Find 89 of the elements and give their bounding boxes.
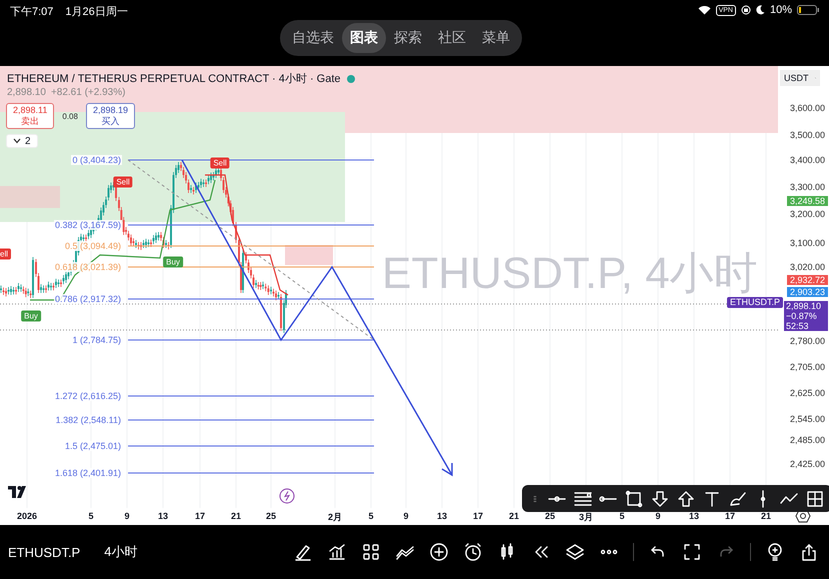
time-axis-label: 17 xyxy=(195,511,205,521)
price-axis-label: 2,780.00 xyxy=(790,336,825,346)
layers-icon[interactable] xyxy=(565,542,585,562)
price-axis-label: 2,545.00 xyxy=(790,414,825,424)
price-change: +82.61 (+2.93%) xyxy=(50,87,126,98)
time-axis-label: 2月 xyxy=(328,511,342,524)
price-axis-label: 3,500.00 xyxy=(790,130,825,140)
fib-level-label: 0.618 (3,021.39) xyxy=(54,262,122,272)
arrow-down-icon[interactable] xyxy=(650,488,670,508)
fib-level-label: 1.382 (2,548.11) xyxy=(54,415,122,425)
indicators-icon[interactable] xyxy=(327,542,347,562)
nav-tab[interactable]: 自选表 xyxy=(284,23,342,53)
price-axis-label: 2,425.00 xyxy=(790,459,825,469)
last-price: 2,898.10 xyxy=(7,87,46,98)
buy-signal-label: Buy xyxy=(21,310,41,322)
price-axis-label: 2,705.00 xyxy=(790,362,825,372)
battery-percent: 10% xyxy=(770,4,792,16)
rotation-lock-icon xyxy=(740,5,751,15)
buy-button[interactable]: 2,898.19 买入 xyxy=(86,103,135,129)
time-axis-label: 13 xyxy=(689,511,699,521)
sell-button[interactable]: 2,898.11 卖出 xyxy=(6,103,54,129)
fib-level-label: 0.5 (3,094.49) xyxy=(64,241,122,251)
chart-title: ETHEREUM / TETHERUS PERPETUAL CONTRACT · 4小时 · Gate xyxy=(7,72,341,86)
arrow-up-icon[interactable] xyxy=(676,488,696,508)
time-axis-label: 17 xyxy=(473,511,483,521)
time-axis-label: 9 xyxy=(656,511,660,521)
price-tag: 2,932.72 xyxy=(786,275,828,285)
time-axis-label: 13 xyxy=(437,511,447,521)
nav-tab[interactable]: 社区 xyxy=(430,23,474,53)
price-axis-label: 3,200.00 xyxy=(790,209,825,219)
time-axis-label: 17 xyxy=(725,511,735,521)
grid-icon[interactable] xyxy=(361,542,381,562)
time-axis-label: 5 xyxy=(88,511,94,521)
time-axis-label: 3月 xyxy=(579,511,593,524)
fib-level-label: 1.272 (2,616.25) xyxy=(54,391,122,401)
time-axis-label: 5 xyxy=(620,511,624,521)
measure-icon[interactable] xyxy=(805,488,826,508)
time-axis-label: 25 xyxy=(266,511,276,521)
fib-level-label: 1.618 (2,401.91) xyxy=(54,468,122,478)
price-axis-label: 3,020.00 xyxy=(790,262,825,272)
time-axis-label: 5 xyxy=(368,511,374,521)
symbol-label[interactable]: ETHUSDT.P xyxy=(8,544,80,560)
fib-level-label: 0.382 (3,167.59) xyxy=(54,220,122,230)
price-tag: 2,903.23 xyxy=(786,287,828,297)
spread-value: 0.08 xyxy=(62,112,78,120)
alarm-icon[interactable] xyxy=(463,542,483,562)
rectangle-icon[interactable] xyxy=(624,488,644,508)
time-axis-label: 25 xyxy=(545,511,555,521)
currency-selector[interactable]: USDT xyxy=(780,70,820,86)
symbol-tag: ETHUSDT.P xyxy=(727,297,784,308)
price-axis-label: 3,400.00 xyxy=(790,155,825,165)
time-axis-label: 21 xyxy=(231,511,241,521)
time-axis-label: 2026 xyxy=(16,511,38,521)
moon-icon xyxy=(756,5,765,15)
wifi-icon xyxy=(698,5,711,15)
nav-tab[interactable]: 探索 xyxy=(386,23,430,53)
supply-zone xyxy=(285,245,333,265)
chevron-icon xyxy=(13,138,21,144)
time-axis-label: 21 xyxy=(761,511,771,521)
sell-signal-label: Sell xyxy=(113,176,133,188)
price-axis-label: 2,485.00 xyxy=(790,435,825,445)
price-axis-label: 3,100.00 xyxy=(790,238,825,248)
fib-level-label: 0.786 (2,917.32) xyxy=(54,294,122,304)
fullscreen-icon[interactable] xyxy=(682,542,702,562)
time-axis-label: 9 xyxy=(404,511,408,521)
fib-level-label: 0 (3,404.23) xyxy=(71,155,122,165)
buy-signal-label: Buy xyxy=(163,256,183,268)
price-axis-label: 2,625.00 xyxy=(790,388,825,398)
sell-signal-label: ell xyxy=(0,248,11,260)
last-price-tag: 2,898.10 −0.87% 52:53 xyxy=(784,301,828,331)
fib-level-label: 1 (2,784.75) xyxy=(71,335,122,345)
plus-circle-icon[interactable] xyxy=(429,542,449,562)
nav-tab[interactable]: 菜单 xyxy=(474,23,518,53)
fib-level-label: 1.5 (2,475.01) xyxy=(64,441,122,451)
price-axis-label: 3,600.00 xyxy=(790,103,825,113)
battery-icon xyxy=(797,5,819,15)
sell-signal-label: Sell xyxy=(210,158,230,168)
time-axis-label: 13 xyxy=(158,511,168,521)
time-axis-label: 9 xyxy=(124,511,130,521)
indicator-toggle[interactable]: 2 xyxy=(6,134,38,148)
price-tag: 3,249.58 xyxy=(786,196,828,206)
nav-tab[interactable]: 图表 xyxy=(342,23,386,53)
time-axis-label: 21 xyxy=(509,511,519,521)
clock-time: 下午7:07 xyxy=(10,5,54,19)
date-label: 1月26日周一 xyxy=(65,5,128,19)
lightning-icon[interactable] xyxy=(279,488,295,504)
supply-zone xyxy=(0,186,60,208)
interval-label[interactable]: 4小时 xyxy=(104,543,138,561)
price-axis-label: 3,300.00 xyxy=(790,182,825,192)
